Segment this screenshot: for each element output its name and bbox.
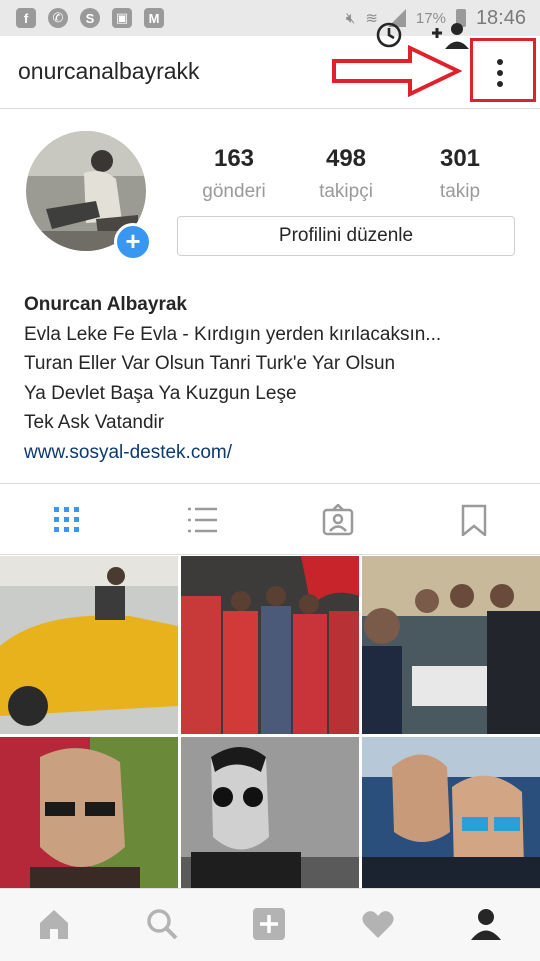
full-name: Onurcan Albayrak — [24, 294, 187, 315]
list-icon[interactable] — [186, 504, 218, 536]
facebook-icon: f — [16, 8, 36, 28]
posts-label: gönderi — [202, 181, 266, 202]
bio-line: Ya Devlet Başa Ya Kuzgun Leşe — [24, 382, 297, 404]
clock: 18:46 — [475, 6, 526, 29]
followers-label: takipçi — [319, 181, 373, 202]
more-options-icon[interactable] — [495, 58, 505, 88]
grid-post[interactable] — [181, 556, 359, 734]
stat-followers[interactable]: 498 takipçi — [296, 145, 396, 203]
posts-count: 163 — [213, 145, 255, 172]
red-arrow-annotation — [332, 45, 462, 97]
saved-bookmark-icon[interactable] — [458, 504, 490, 536]
whatsapp-icon: ✆ — [48, 8, 68, 28]
grid-post[interactable] — [362, 556, 540, 734]
bio-line: Turan Eller Var Olsun Tanri Turk'e Yar O… — [24, 353, 396, 374]
gmail-icon: M — [144, 8, 164, 28]
bottom-nav — [0, 888, 540, 961]
stat-posts[interactable]: 163 gönderi — [184, 145, 284, 203]
grid-post[interactable] — [0, 556, 178, 734]
home-icon[interactable] — [37, 907, 71, 941]
new-post-icon[interactable] — [252, 907, 286, 941]
grid-icon[interactable] — [51, 504, 83, 536]
stat-following[interactable]: 301 takip — [410, 145, 510, 203]
bio: Onurcan Albayrak Evla Leke Fe Evla - Kır… — [24, 290, 441, 467]
search-icon[interactable] — [145, 907, 179, 941]
add-story-plus-icon[interactable]: + — [114, 223, 152, 261]
followers-count: 498 — [325, 145, 367, 172]
edit-profile-button[interactable]: Profilini düzenle — [177, 216, 515, 256]
username: onurcanalbayrakk — [18, 58, 200, 84]
following-count: 301 — [439, 145, 481, 172]
following-label: takip — [439, 181, 481, 202]
bio-line: Tek Ask Vatandir — [24, 412, 165, 433]
activity-heart-icon[interactable] — [361, 907, 395, 941]
mute-icon: 🔇︎ — [345, 9, 356, 27]
bio-line: Evla Leke Fe Evla - Kırdıgın yerden kırı… — [24, 323, 442, 345]
skype-icon: S — [80, 8, 100, 28]
image-icon: ▣ — [112, 8, 132, 28]
profile-icon[interactable] — [469, 907, 503, 941]
view-tabs — [0, 483, 540, 555]
tagged-photos-icon[interactable] — [322, 504, 354, 536]
website-link[interactable]: www.sosyal-destek.com/ — [24, 438, 441, 468]
